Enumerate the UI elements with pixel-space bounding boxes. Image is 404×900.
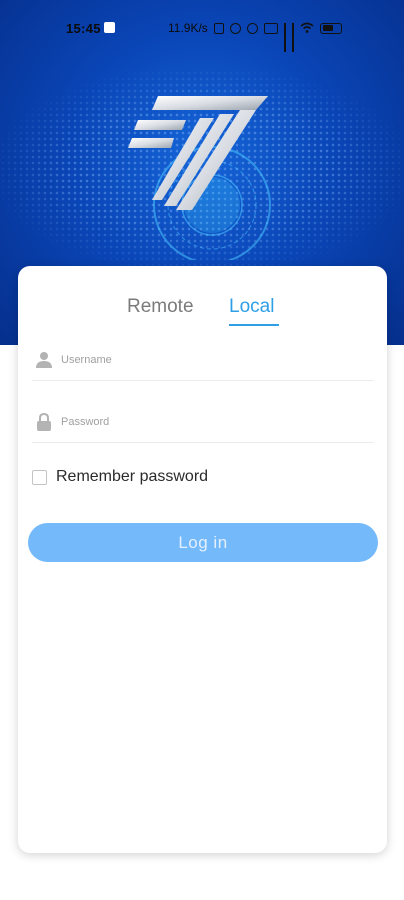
signal-2-icon — [292, 23, 294, 52]
focus-icon — [247, 23, 258, 34]
username-field — [32, 344, 374, 381]
remember-password-checkbox[interactable] — [32, 469, 47, 485]
login-button[interactable]: Log in — [28, 523, 378, 562]
lock-icon — [37, 413, 51, 431]
remember-password-row[interactable]: Remember password — [32, 466, 208, 488]
active-tab-indicator — [229, 324, 279, 326]
status-net-speed: 11.9K/s — [168, 21, 208, 35]
status-bar: 15:45 11.9K/s — [0, 0, 404, 56]
remember-password-label: Remember password — [56, 468, 209, 485]
user-icon — [36, 352, 52, 368]
sim-icon — [214, 23, 224, 34]
tab-remote[interactable]: Remote — [127, 296, 194, 318]
alarm-icon — [230, 23, 241, 34]
login-mode-tabs: Remote Local — [18, 296, 387, 326]
wifi-icon — [300, 21, 314, 36]
battery-icon — [320, 23, 342, 34]
status-icons — [214, 21, 342, 52]
password-field — [32, 406, 374, 443]
login-card: Remote Local Remember password Log in — [18, 266, 387, 853]
notification-icon — [104, 22, 115, 33]
hd-icon — [264, 23, 278, 34]
status-time: 15:45 — [66, 21, 101, 36]
app-logo — [128, 96, 268, 210]
username-input[interactable] — [59, 348, 363, 372]
signal-1-icon — [284, 23, 286, 52]
password-input[interactable] — [59, 410, 363, 434]
tab-local[interactable]: Local — [229, 296, 274, 318]
